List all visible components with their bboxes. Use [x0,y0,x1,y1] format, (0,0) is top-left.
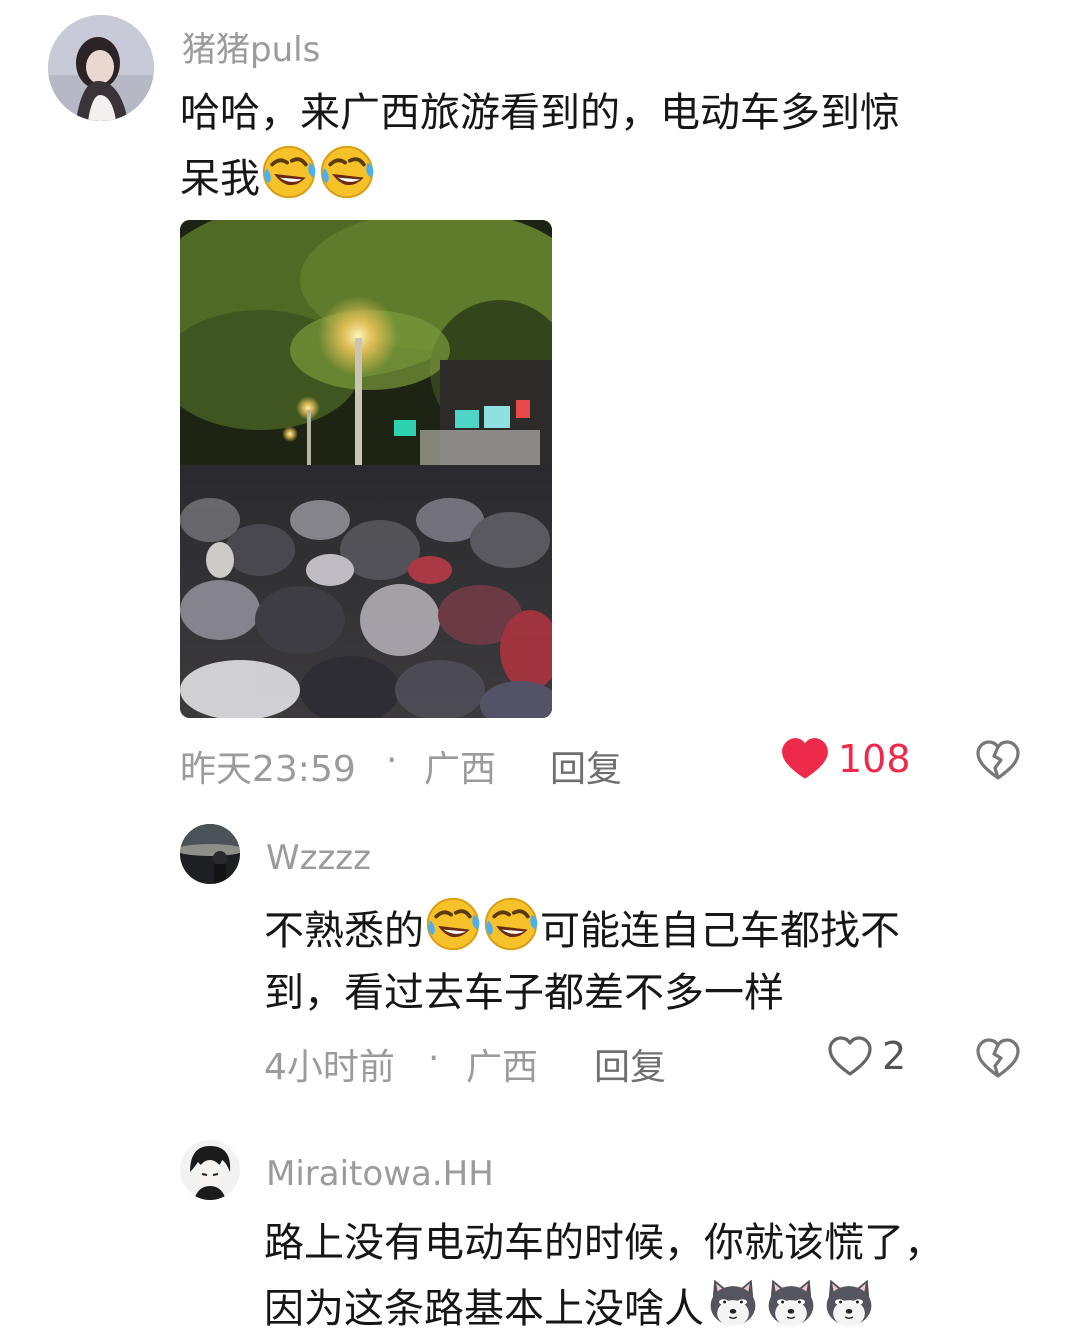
comment-text-fragment: 可能连自己车都找不 [540,908,900,954]
comment-text-fragment: 不熟悉的 [264,908,424,954]
comment-text-line: 呆我 [180,144,1040,210]
comment-time: 4小时前 [264,1047,395,1088]
broken-heart-icon[interactable] [974,738,1022,782]
comment-text-fragment: 因为这条路基本上没啥人 [264,1286,704,1332]
comment-text: 不熟悉的 可能连自己车都找不 到，看过去车子都差不多一样 [264,896,1044,1024]
like-button[interactable]: 108 [780,736,911,782]
like-count: 108 [838,737,911,781]
reply-button[interactable]: 回复 [594,1038,666,1090]
comment-time: 昨天23:59 [180,749,356,790]
comment-text: 路上没有电动车的时候，你就该慌了， 因为这条路基本上没啥人 [264,1212,1064,1340]
comment-text: 哈哈，来广西旅游看到的，电动车多到惊 呆我 [180,82,1040,210]
rofl-emoji-icon [425,896,481,952]
rofl-emoji-icon [319,144,375,200]
doge-emoji-icon [763,1274,819,1330]
doge-emoji-icon [821,1274,877,1330]
comment-location: 广西 [466,1047,539,1088]
comment-text-line: 哈哈，来广西旅游看到的，电动车多到惊 [180,90,900,136]
username[interactable]: Wzzzz [266,838,371,878]
rofl-emoji-icon [483,896,539,952]
comment-text-fragment: 呆我 [180,156,260,202]
broken-heart-icon[interactable] [974,1036,1022,1080]
avatar[interactable] [180,1140,240,1200]
username[interactable]: 猪猪puls [182,22,320,71]
comment-text-line: 不熟悉的 可能连自己车都找不 [264,896,1044,962]
like-button[interactable]: 2 [826,1034,906,1078]
comment-image[interactable] [180,220,552,718]
like-count: 2 [882,1034,907,1078]
comment-text-line: 到，看过去车子都差不多一样 [264,970,784,1016]
heart-filled-icon [780,736,830,782]
heart-outline-icon [826,1034,874,1078]
comment-text-line: 路上没有电动车的时候，你就该慌了， [264,1220,944,1266]
comment-text-line: 因为这条路基本上没啥人 [264,1274,1064,1340]
reply-button[interactable]: 回复 [550,740,622,792]
separator-dot: · [428,1038,440,1079]
username[interactable]: Miraitowa.HH [266,1154,494,1194]
doge-emoji-icon [705,1274,761,1330]
avatar[interactable] [48,15,154,121]
avatar[interactable] [180,824,240,884]
rofl-emoji-icon [261,144,317,200]
separator-dot: · [386,740,398,781]
comment-location: 广西 [424,749,497,790]
